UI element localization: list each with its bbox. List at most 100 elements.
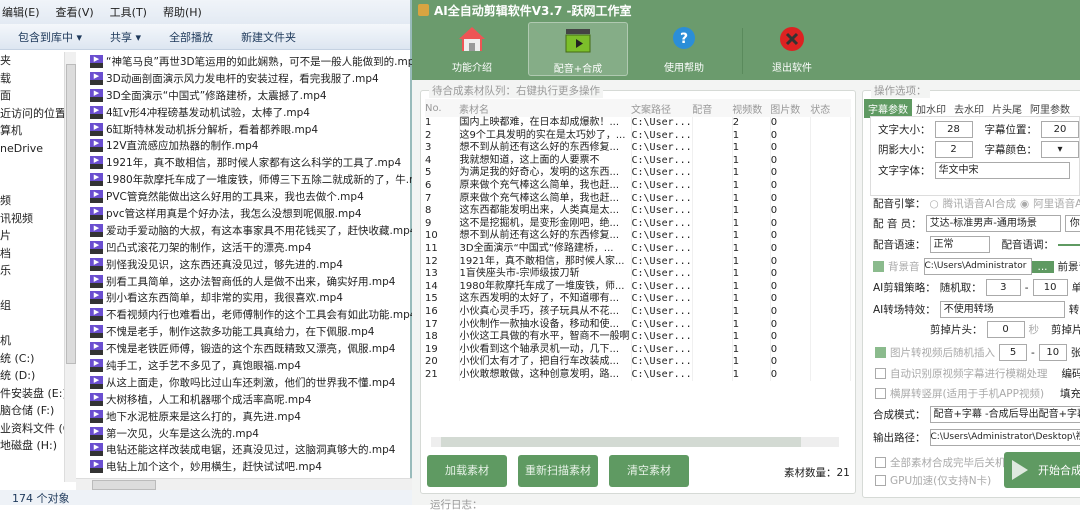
nav-item[interactable]: 统 (C:)	[0, 350, 64, 368]
file-item[interactable]: ▶1980年款摩托车成了一堆废铁，师傅三下五除二就成新的了，牛.mp4	[90, 171, 412, 188]
table-row[interactable]: 131盲侠座头市-宗师级拔刀斩C:\User...10	[425, 268, 851, 281]
file-item[interactable]: ▶爱动手爱动脑的大叔，有这本事家具不用花钱买了，赶快收藏.mp4	[90, 222, 412, 239]
font-size-input[interactable]: 28	[935, 121, 973, 138]
bgm-path-input[interactable]: C:\Users\Administrator	[924, 258, 1032, 275]
file-item[interactable]: ▶大树移植，人工和机器哪个成活率高呢.mp4	[90, 391, 412, 408]
nav-item[interactable]: 乐	[0, 262, 64, 280]
table-row[interactable]: 18小伙这工具做的有水平，智商不一般啊C:\User...10	[425, 331, 851, 344]
file-item[interactable]: ▶不愧是老铁匠师傅，锻造的这个东西既精致又漂亮，佩服.mp4	[90, 340, 412, 357]
output-path-input[interactable]: C:\Users\Administrator\Desktop\视	[930, 429, 1080, 446]
nav-item[interactable]: 件安装盘 (E:)	[0, 385, 64, 403]
speed-select[interactable]: 正常	[930, 236, 990, 253]
horizontal-scrollbar[interactable]	[76, 478, 412, 490]
shutdown-checkbox[interactable]	[875, 457, 886, 468]
file-item[interactable]: ▶从这上面走，你敢吗比过山车还刺激，他们的世界我不懂.mp4	[90, 374, 412, 391]
file-item[interactable]: ▶3D全面演示“中国式”修路建桥，太震撼了.mp4	[90, 87, 412, 104]
new-folder-button[interactable]: 新建文件夹	[241, 29, 296, 45]
play-all-button[interactable]: 全部播放	[169, 29, 213, 45]
file-item[interactable]: ▶6缸斯特林发动机拆分解析，看着都养眼.mp4	[90, 121, 412, 138]
include-in-library-button[interactable]: 包含到库中 ▾	[18, 29, 82, 45]
rescan-materials-button[interactable]: 重新扫描素材	[518, 455, 598, 487]
column-header[interactable]: 视频数	[732, 99, 770, 117]
help-button[interactable]: ? 使用帮助	[634, 22, 734, 76]
file-item[interactable]: ▶3D动画剖面演示风力发电杆的安装过程，看完我服了.mp4	[90, 70, 412, 87]
file-item[interactable]: ▶“神笔马良”再世3D笔运用的如此娴熟，可不是一般人能做到的.mp4	[90, 53, 412, 70]
table-row[interactable]: 2这9个工具发明的实在是太巧妙了，...C:\User...10	[425, 130, 851, 143]
nav-scrollbar[interactable]	[64, 52, 76, 482]
nav-item[interactable]	[0, 157, 64, 175]
file-item[interactable]: ▶PVC管竟然能做出这么好用的工具来，我也去做个.mp4	[90, 188, 412, 205]
table-row[interactable]: 9这不是挖掘机，是变形金刚吧，绝...C:\User...10	[425, 218, 851, 231]
file-item[interactable]: ▶别小看这东西简单，却非常的实用，我很喜欢.mp4	[90, 289, 412, 306]
cut-head-input[interactable]: 0	[987, 321, 1025, 338]
menu-view[interactable]: 查看(V)	[56, 4, 94, 20]
sub-position-input[interactable]: 20	[1041, 121, 1079, 138]
table-row[interactable]: 7原来做个充气棒这么简单，我也赶...C:\User...10	[425, 193, 851, 206]
nav-item[interactable]	[0, 315, 64, 333]
file-item[interactable]: ▶电钻还能这样改装成电锯，还真没见过，这脑洞真够大的.mp4	[90, 441, 412, 458]
mode-select[interactable]: 配音+字幕 -合成后导出配音+字幕	[930, 406, 1080, 423]
dub-compose-button[interactable]: 配音+合成	[528, 22, 628, 76]
exit-button[interactable]: 退出软件	[742, 22, 842, 76]
menu-tools[interactable]: 工具(T)	[110, 4, 147, 20]
voice-select[interactable]: 艾达-标准男声-通用场景	[926, 215, 1061, 232]
nav-item[interactable]: 近访问的位置	[0, 105, 64, 123]
sub-color-picker[interactable]: ▾	[1041, 141, 1079, 158]
nav-item[interactable]: 脑仓储 (F:)	[0, 402, 64, 420]
table-row[interactable]: 15这东西发明的太好了，不知道哪有...C:\User...10	[425, 293, 851, 306]
column-header[interactable]: 素材名	[459, 99, 631, 117]
cut-min-input[interactable]: 3	[986, 279, 1021, 296]
transition-select[interactable]: 不使用转场	[940, 301, 1065, 318]
file-item[interactable]: ▶地下水泥桩原来是这么打的，真先进.mp4	[90, 408, 412, 425]
nav-item[interactable]: 面	[0, 87, 64, 105]
table-row[interactable]: 5为满足我的好奇心，发明的这东西...C:\User...10	[425, 167, 851, 180]
bgm-checkbox[interactable]	[873, 261, 884, 272]
voice-text-input[interactable]: 你的	[1065, 215, 1080, 232]
table-row[interactable]: 17小伙制作一款抽水设备，移动和使...C:\User...10	[425, 319, 851, 332]
image-insert-checkbox[interactable]	[875, 347, 886, 358]
queue-hscrollbar[interactable]	[431, 437, 839, 447]
nav-item[interactable]: 档	[0, 245, 64, 263]
file-item[interactable]: ▶12V直流感应加热器的制作.mp4	[90, 137, 412, 154]
table-row[interactable]: 8这东西都能发明出来，人类真是太...C:\User...10	[425, 205, 851, 218]
engine-ali-radio[interactable]: ◉	[1020, 198, 1029, 210]
file-item[interactable]: ▶不愧是老手，制作这款多功能工具真给力，在下佩服.mp4	[90, 323, 412, 340]
file-item[interactable]: ▶不看视频内行也难看出，老师傅制作的这个工具会有如此功能.mp4	[90, 306, 412, 323]
nav-item[interactable]: 地磁盘 (H:)	[0, 437, 64, 455]
image-min-input[interactable]: 5	[999, 344, 1027, 361]
column-header[interactable]: 文案路径	[631, 99, 692, 117]
table-row[interactable]: 1国内上映都难，在日本却成爆款！...C:\User...20	[425, 117, 851, 130]
file-item[interactable]: ▶电钻上加个这个，妙用横生，赶快试试吧.mp4	[90, 458, 412, 475]
nav-item[interactable]	[0, 175, 64, 193]
file-item[interactable]: ▶第一次见，火车是这么洗的.mp4	[90, 425, 412, 442]
nav-item[interactable]: 业资料文件 (G	[0, 420, 64, 438]
clear-materials-button[interactable]: 清空素材	[609, 455, 689, 487]
column-header[interactable]: 状态	[810, 99, 850, 117]
image-max-input[interactable]: 10	[1039, 344, 1067, 361]
queue-table[interactable]: No.素材名文案路径配音视频数图片数状态1国内上映都难，在日本却成爆款！...C…	[425, 99, 851, 449]
font-select[interactable]: 华文中宋	[935, 162, 1070, 179]
intro-button[interactable]: 功能介绍	[422, 22, 522, 76]
start-compose-button[interactable]: 开始合成	[1004, 452, 1080, 488]
column-header[interactable]: 配音	[692, 99, 732, 117]
file-item[interactable]: ▶4缸v形4冲程磅基发动机试验，太棒了.mp4	[90, 104, 412, 121]
table-row[interactable]: 21小伙敢想敢做，这种创意发明，路...C:\User...10	[425, 369, 851, 382]
nav-item[interactable]	[0, 280, 64, 298]
landscape-to-portrait-checkbox[interactable]	[875, 388, 886, 399]
table-row[interactable]: 3想不到从前还有这么好的东西修复...C:\User...10	[425, 142, 851, 155]
table-row[interactable]: 113D全面演示“中国式”修路建桥，...C:\User...10	[425, 243, 851, 256]
file-item[interactable]: ▶pvc管这样用真是个好办法，我怎么没想到呢佩服.mp4	[90, 205, 412, 222]
table-row[interactable]: 20小伙们太有才了，把自行车改装成...C:\User...10	[425, 356, 851, 369]
menu-edit[interactable]: 编辑(E)	[2, 4, 40, 20]
file-item[interactable]: ▶别看工具简单，这办法智商低的人是做不出来，确实好用.mp4	[90, 273, 412, 290]
table-row[interactable]: 141980年款摩托车成了一堆废铁，师...C:\User...10	[425, 281, 851, 294]
nav-item[interactable]: 夹	[0, 52, 64, 70]
table-row[interactable]: 10想不到从前还有这么好的东西修复...C:\User...10	[425, 230, 851, 243]
file-item[interactable]: ▶1921年，真不敢相信，那时候人家都有这么科学的工具了.mp4	[90, 154, 412, 171]
file-item[interactable]: ▶纯手工，这手艺不多见了，真饱眼福.mp4	[90, 357, 412, 374]
gpu-checkbox[interactable]	[875, 475, 886, 486]
blur-subtitle-checkbox[interactable]	[875, 368, 886, 379]
menu-help[interactable]: 帮助(H)	[163, 4, 202, 20]
nav-item[interactable]: 载	[0, 70, 64, 88]
table-row[interactable]: 19小伙看到这个轴承灵机一动，几下...C:\User...10	[425, 344, 851, 357]
